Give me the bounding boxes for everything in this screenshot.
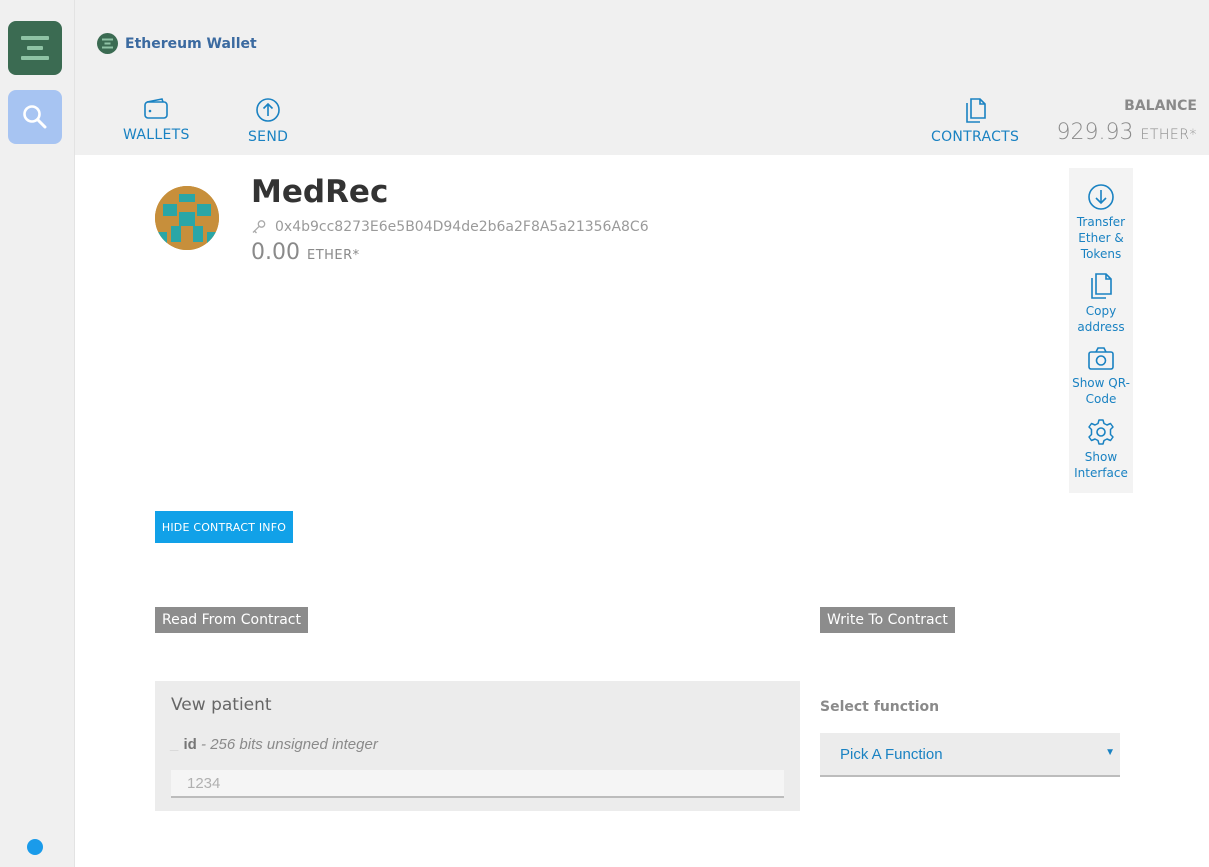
search-icon (23, 105, 47, 129)
contract-balance-amount: 0.00 (251, 240, 300, 265)
gear-icon (1088, 419, 1114, 445)
param-label: _ id - 256 bits unsigned integer (171, 736, 378, 753)
function-select-value: Pick A Function (840, 745, 943, 763)
contract-balance: 0.00 ETHER* (251, 240, 360, 265)
copy-address-label: Copy address (1077, 304, 1125, 334)
brand-title: Ethereum Wallet (125, 35, 257, 52)
hide-contract-info-button[interactable]: HIDE CONTRACT INFO (155, 511, 293, 543)
nav-send-label: SEND (248, 129, 289, 145)
contract-name: MedRec (251, 174, 389, 210)
contracts-icon (966, 98, 986, 123)
app-sidebar (0, 0, 75, 867)
wallet-icon (144, 98, 169, 119)
camera-icon (1088, 347, 1114, 370)
wallet-app-icon (21, 36, 49, 60)
download-arrow-icon (1088, 184, 1114, 210)
account-balance: BALANCE 929.93 ETHER* (1057, 98, 1197, 145)
network-status-indicator (27, 839, 43, 855)
copy-document-icon (1091, 273, 1112, 299)
header: Ethereum Wallet WALLETS SEND CONTRACTS B… (75, 0, 1209, 155)
nav-send[interactable]: SEND (248, 97, 288, 145)
show-qr-button[interactable]: Show QR-Code (1069, 346, 1133, 407)
param-name: id (183, 736, 197, 753)
balance-value: 929.93 ETHER* (1057, 120, 1197, 145)
brand[interactable]: Ethereum Wallet (97, 33, 257, 54)
nav-contracts[interactable]: CONTRACTS (931, 97, 1019, 145)
id-input[interactable] (171, 770, 784, 798)
copy-address-button[interactable]: Copy address (1069, 272, 1133, 335)
ethereum-wallet-logo-icon (97, 33, 118, 54)
key-icon (252, 220, 266, 234)
transfer-button[interactable]: Transfer Ether & Tokens (1069, 183, 1133, 262)
function-select[interactable]: Pick A Function ▼ (820, 733, 1120, 777)
wallet-app-button[interactable] (8, 21, 62, 75)
select-function-label: Select function (820, 699, 940, 715)
function-title: Vew patient (171, 695, 272, 715)
param-type: - 256 bits unsigned integer (201, 736, 378, 753)
contract-address-row: 0x4b9cc8273E6e5B04D94de2b6a2F8A5a21356A8… (251, 219, 649, 235)
show-interface-button[interactable]: Show Interface (1069, 418, 1133, 481)
contract-identicon (155, 186, 219, 250)
send-arrow-up-icon (256, 98, 280, 122)
dropdown-arrow-icon: ▼ (1105, 747, 1115, 758)
show-interface-label: Show Interface (1074, 450, 1128, 480)
balance-amount: 929.93 (1056, 120, 1134, 145)
show-qr-label: Show QR-Code (1072, 376, 1130, 406)
balance-unit: ETHER* (1140, 127, 1197, 143)
read-function-panel: Vew patient _ id - 256 bits unsigned int… (155, 681, 800, 811)
balance-label: BALANCE (1124, 98, 1197, 114)
contract-actions-panel: Transfer Ether & Tokens Copy address Sho… (1069, 168, 1133, 493)
contract-balance-unit: ETHER* (306, 248, 360, 263)
contract-address[interactable]: 0x4b9cc8273E6e5B04D94de2b6a2F8A5a21356A8… (275, 219, 649, 235)
write-to-contract-heading: Write To Contract (820, 607, 955, 633)
nav-wallets[interactable]: WALLETS (123, 97, 190, 143)
transfer-label: Transfer Ether & Tokens (1076, 215, 1126, 261)
read-from-contract-heading: Read From Contract (155, 607, 308, 633)
nav-contracts-label: CONTRACTS (931, 129, 1020, 145)
nav-wallets-label: WALLETS (123, 127, 190, 143)
browse-app-button[interactable] (8, 90, 62, 144)
